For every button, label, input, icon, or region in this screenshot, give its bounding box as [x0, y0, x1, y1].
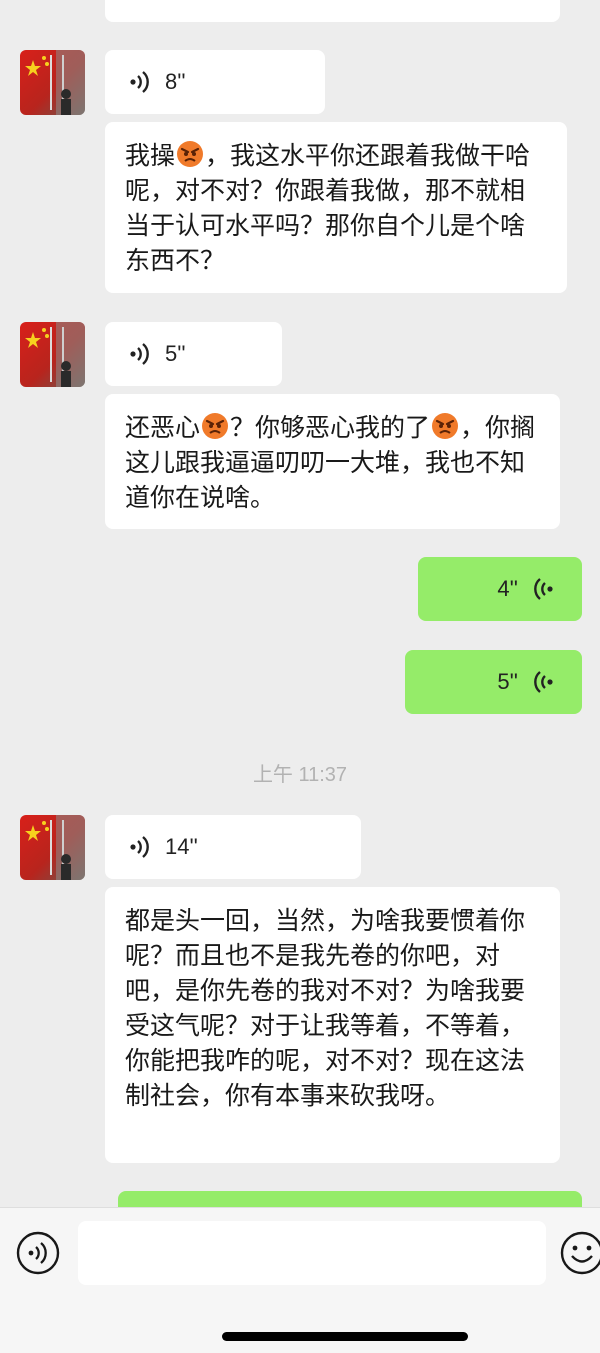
message-bubble-partial[interactable] [105, 0, 560, 22]
avatar-image [20, 50, 85, 115]
text-message[interactable]: 都是头一回，当然，为啥我要惯着你呢？而且也不是我先卷的你吧，对吧，是你先卷的我对… [105, 887, 560, 1163]
voice-message-out-5s[interactable]: 5'' [405, 650, 582, 714]
contact-avatar[interactable] [20, 50, 85, 115]
home-indicator [222, 1332, 468, 1341]
text-message[interactable]: 还恶心 ？你够恶心我的了 ，你搁这儿跟我逼逼叨叨一大堆，我也不知道你在说啥。 [105, 394, 560, 529]
voice-wave-icon [130, 71, 149, 93]
text-message[interactable]: 我操 ，我这水平你还跟着我做干哈呢，对不对？你跟着我做，那不就相当于认可水平吗？… [105, 122, 567, 293]
contact-avatar[interactable] [20, 815, 85, 880]
voice-mode-icon[interactable] [16, 1231, 60, 1275]
message-input[interactable] [78, 1221, 546, 1285]
message-text: 都是头一回，当然，为啥我要惯着你呢？而且也不是我先卷的你吧，对吧，是你先卷的我对… [125, 906, 526, 1110]
voice-duration: 5'' [497, 669, 518, 694]
message-text: 还恶心 [125, 413, 201, 442]
voice-duration: 14'' [165, 834, 198, 859]
angry-face-icon [202, 413, 229, 439]
voice-message-5s[interactable]: 5'' [105, 322, 282, 386]
contact-avatar[interactable] [20, 322, 85, 387]
voice-duration: 4'' [497, 576, 518, 601]
angry-face-icon [177, 141, 204, 167]
chat-timestamp: 上午 11:37 [252, 764, 348, 786]
voice-message-14s[interactable]: 14'' [105, 815, 361, 879]
voice-wave-icon [534, 671, 553, 693]
message-text: ？你够恶心我的了 [230, 413, 431, 442]
voice-wave-icon [534, 578, 553, 600]
voice-message-out-4s[interactable]: 4'' [418, 557, 582, 621]
avatar-image [20, 815, 85, 880]
avatar-image [20, 322, 85, 387]
emoji-icon[interactable] [560, 1231, 600, 1275]
voice-duration: 8'' [165, 69, 186, 94]
chat-input-bar [0, 1207, 600, 1353]
message-text: 我操 [125, 141, 176, 170]
voice-wave-icon [130, 343, 149, 365]
angry-face-icon [432, 413, 459, 439]
voice-wave-icon [130, 836, 149, 858]
voice-duration: 5'' [165, 341, 186, 366]
voice-message-8s[interactable]: 8'' [105, 50, 325, 114]
